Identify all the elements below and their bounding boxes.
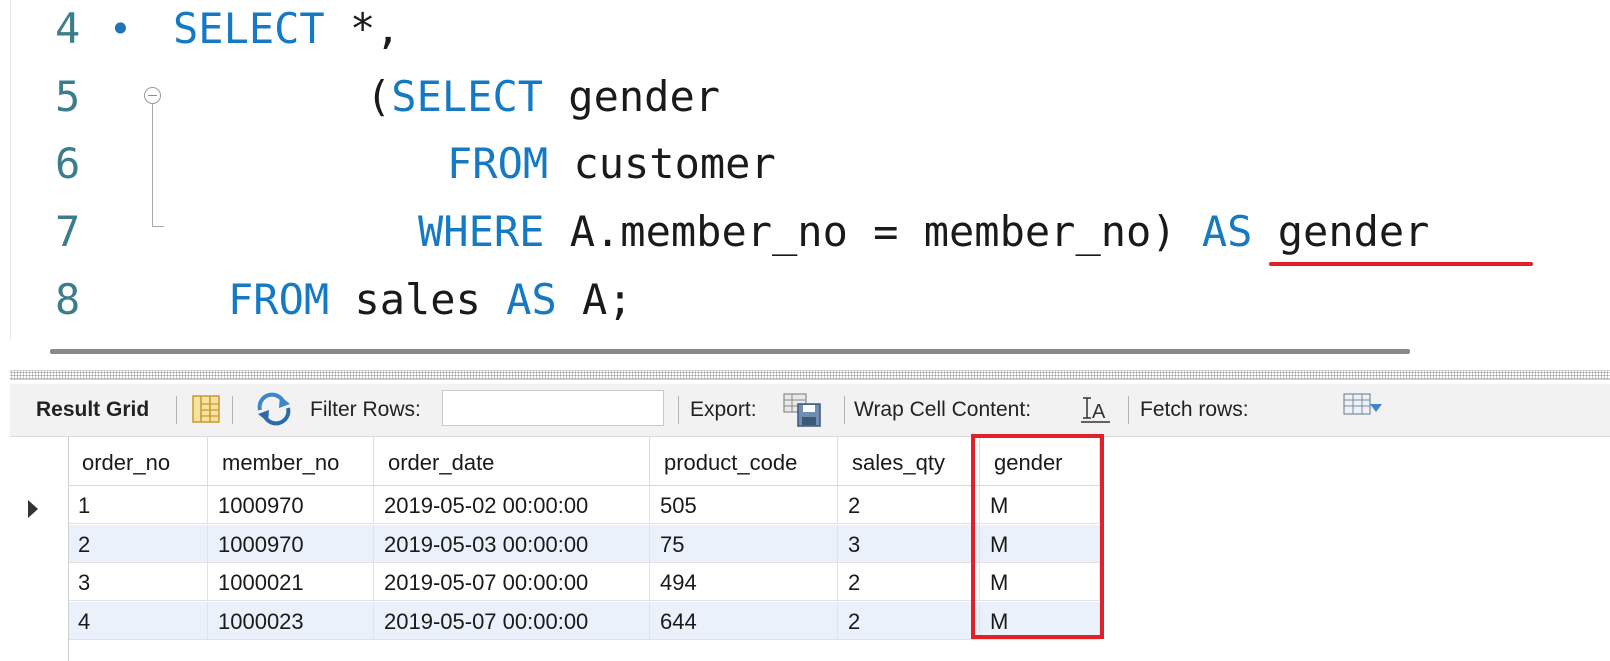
toolbar-separator <box>232 396 233 424</box>
code-line[interactable]: 6 FROM customer <box>11 135 1601 193</box>
sql-editor[interactable]: 4 • SELECT *, 5 (SELECT gender 6 FROM customer… <box>10 0 1610 340</box>
sql-token: A.member_no = member_no) <box>544 207 1202 256</box>
cell-member-no[interactable]: 1000970 <box>208 524 374 563</box>
sql-keyword: FROM <box>228 275 330 324</box>
result-grid[interactable]: order_no member_no order_date product_code s… <box>10 437 1610 661</box>
filter-rows-input[interactable] <box>442 390 664 426</box>
wrap-cell-content-label: Wrap Cell Content: <box>854 398 1032 421</box>
code-line[interactable]: 4 • SELECT *, <box>11 0 1601 58</box>
table-row[interactable]: 4 1000023 2019-05-07 00:00:00 644 2 M <box>10 601 1100 640</box>
wrap-text-icon[interactable]: A <box>1078 392 1114 426</box>
toolbar-separator <box>1128 396 1129 424</box>
statement-marker-icon: • <box>109 7 132 51</box>
column-header-order-date[interactable]: order_date <box>374 437 650 485</box>
row-selector-column[interactable] <box>10 437 69 661</box>
cell-sales-qty[interactable]: 3 <box>838 524 980 563</box>
column-header-product-code[interactable]: product_code <box>650 437 838 485</box>
cell-member-no[interactable]: 1000023 <box>208 601 374 640</box>
cell-member-no[interactable]: 1000021 <box>208 563 374 601</box>
sql-token: ( <box>366 72 392 121</box>
cell-order-date[interactable]: 2019-05-03 00:00:00 <box>374 524 650 563</box>
table-row[interactable]: 3 1000021 2019-05-07 00:00:00 494 2 M <box>10 563 1100 601</box>
code-line[interactable]: 7 WHERE A.member_no = member_no) AS gende… <box>11 203 1601 261</box>
code-line[interactable]: 5 (SELECT gender <box>11 68 1601 126</box>
sql-keyword: FROM <box>447 139 549 188</box>
cell-order-date[interactable]: 2019-05-02 00:00:00 <box>374 486 650 524</box>
toolbar-separator <box>844 396 845 424</box>
code-text: SELECT *, <box>173 0 401 58</box>
cell-order-no[interactable]: 3 <box>68 563 208 601</box>
panel-splitter[interactable] <box>10 370 1610 380</box>
table-row[interactable]: 2 1000970 2019-05-03 00:00:00 75 3 M <box>10 524 1100 563</box>
cell-order-date[interactable]: 2019-05-07 00:00:00 <box>374 601 650 640</box>
line-number: 8 <box>55 275 81 324</box>
code-line[interactable]: 8 FROM sales AS A; <box>11 271 1601 329</box>
sql-token: A; <box>556 275 633 324</box>
cell-sales-qty[interactable]: 2 <box>838 486 980 524</box>
sql-token: customer <box>548 139 776 188</box>
line-number: 6 <box>55 139 81 188</box>
export-label: Export: <box>690 398 757 421</box>
toolbar-separator <box>176 396 177 424</box>
column-header-order-no[interactable]: order_no <box>68 437 208 485</box>
code-text: WHERE A.member_no = member_no) AS gender <box>418 203 1429 261</box>
line-number: 7 <box>55 207 81 256</box>
code-text: FROM sales AS A; <box>228 271 633 329</box>
cell-member-no[interactable]: 1000970 <box>208 486 374 524</box>
result-toolbar: Result Grid Filter Rows: Export: Wrap Ce… <box>10 384 1610 437</box>
sql-keyword: SELECT <box>391 72 544 121</box>
result-grid-tab[interactable]: Result Grid <box>36 384 149 436</box>
grid-layout-icon[interactable] <box>190 392 222 426</box>
cell-sales-qty[interactable]: 2 <box>838 601 980 640</box>
svg-text:A: A <box>1092 401 1106 423</box>
fetch-rows-icon[interactable] <box>1342 392 1386 422</box>
cell-product-code[interactable]: 644 <box>650 601 838 640</box>
sql-keyword: AS <box>1201 207 1253 256</box>
toolbar-separator <box>678 396 679 424</box>
highlight-box-gender-column <box>971 434 1104 639</box>
cell-sales-qty[interactable]: 2 <box>838 563 980 601</box>
code-text: (SELECT gender <box>366 68 720 126</box>
current-row-arrow-icon <box>28 500 38 518</box>
export-icon[interactable] <box>782 392 824 428</box>
cell-product-code[interactable]: 505 <box>650 486 838 524</box>
table-row[interactable]: 1 1000970 2019-05-02 00:00:00 505 2 M <box>10 486 1100 524</box>
cell-product-code[interactable]: 75 <box>650 524 838 563</box>
sql-token: gender <box>543 72 721 121</box>
sql-keyword: AS <box>506 275 557 324</box>
sql-keyword: SELECT <box>173 4 325 53</box>
cell-order-no[interactable]: 4 <box>68 601 208 640</box>
filter-rows-label: Filter Rows: <box>310 398 421 421</box>
column-header-member-no[interactable]: member_no <box>208 437 374 485</box>
refresh-icon[interactable] <box>254 392 294 426</box>
highlight-underline <box>1269 262 1533 266</box>
cell-order-date[interactable]: 2019-05-07 00:00:00 <box>374 563 650 601</box>
fetch-rows-label: Fetch rows: <box>1140 398 1249 421</box>
editor-horizontal-scrollbar[interactable] <box>50 349 1410 354</box>
sql-token: *, <box>324 4 401 53</box>
cell-product-code[interactable]: 494 <box>650 563 838 601</box>
code-text: FROM customer <box>447 135 776 193</box>
cell-order-no[interactable]: 2 <box>68 524 208 563</box>
line-number: 4 <box>55 4 81 53</box>
sql-token: sales <box>329 275 507 324</box>
line-number: 5 <box>55 72 81 121</box>
column-header-sales-qty[interactable]: sales_qty <box>838 437 980 485</box>
sql-keyword: WHERE <box>418 207 545 256</box>
sql-token: gender <box>1252 207 1430 256</box>
cell-order-no[interactable]: 1 <box>68 486 208 524</box>
